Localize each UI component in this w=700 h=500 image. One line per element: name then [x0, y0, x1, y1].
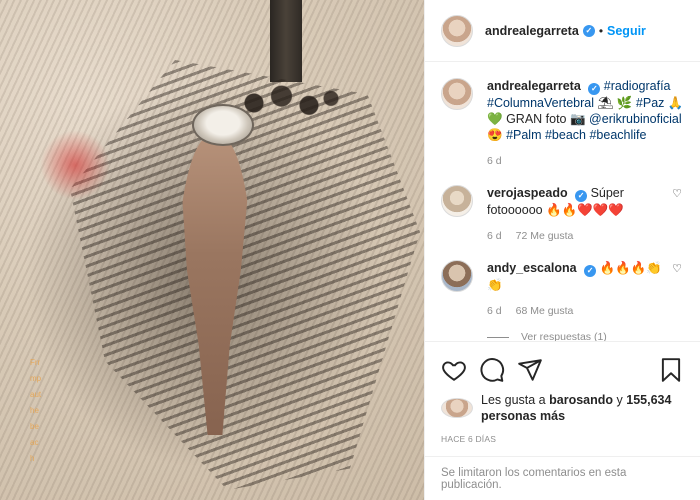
- caption-username[interactable]: andrealegarreta: [487, 79, 581, 93]
- hashtag[interactable]: #Palm: [506, 128, 541, 142]
- emoji: ⛱: [597, 96, 614, 110]
- comment-age[interactable]: 6 d: [487, 303, 502, 319]
- share-icon[interactable]: [517, 357, 543, 383]
- comment-meta: 6 d 72 Me gusta: [487, 228, 670, 244]
- caption-avatar[interactable]: [441, 78, 473, 110]
- comment-likes[interactable]: 72 Me gusta: [516, 228, 574, 244]
- comments-disabled-notice: Se limitaron los comentarios en esta pub…: [425, 456, 700, 500]
- mention[interactable]: @erikrubinoficial: [589, 112, 682, 126]
- post-header: andrealegarreta ✓ • Seguir: [425, 0, 700, 62]
- hashtag[interactable]: #radiografía: [604, 79, 671, 93]
- view-replies-button[interactable]: Ver respuestas (1): [487, 331, 684, 341]
- comment: andy_escalona ✓ 🔥🔥🔥👏👏 6 d 68 Me gusta ♡: [441, 260, 684, 319]
- comment-age[interactable]: 6 d: [487, 228, 502, 244]
- caption: andrealegarreta ✓ #radiografía #ColumnaV…: [441, 78, 684, 169]
- emoji: 🌿: [616, 96, 633, 110]
- liker-avatar[interactable]: [441, 398, 473, 418]
- verified-badge-icon: ✓: [582, 24, 595, 37]
- commenter-avatar[interactable]: [441, 260, 473, 292]
- comment-meta: 6 d 68 Me gusta: [487, 303, 670, 319]
- hashtag[interactable]: #beachlife: [589, 128, 646, 142]
- post-modal: Frrmpauthebeach andrealegarreta ✓ • Segu…: [0, 0, 700, 500]
- liker-username[interactable]: barosando: [549, 393, 613, 407]
- verified-badge-icon: ✓: [584, 265, 597, 277]
- hashtag[interactable]: #ColumnaVertebral: [487, 96, 594, 110]
- action-bar: Les gusta a barosando y 155,634 personas…: [425, 341, 700, 456]
- emoji: 🙏: [667, 96, 684, 110]
- verified-badge-icon: ✓: [588, 83, 601, 95]
- comment-heart-icon[interactable]: ♡: [670, 187, 684, 244]
- post-sidebar: andrealegarreta ✓ • Seguir andrealegarre…: [424, 0, 700, 500]
- caption-meta: 6 d: [487, 153, 684, 169]
- caption-age[interactable]: 6 d: [487, 153, 502, 169]
- emoji: 📷: [569, 112, 586, 126]
- action-icons: [441, 350, 684, 390]
- comment-heart-icon[interactable]: ♡: [670, 262, 684, 319]
- palm-trunk: [270, 0, 302, 82]
- comment-likes[interactable]: 68 Me gusta: [516, 303, 574, 319]
- verified-badge-icon: ✓: [575, 190, 588, 202]
- comments-list[interactable]: andrealegarreta ✓ #radiografía #ColumnaV…: [425, 62, 700, 341]
- light-flare: [40, 130, 110, 200]
- comment-username[interactable]: verojaspeado: [487, 186, 568, 200]
- photo-watermark-text: Frrmpauthebeach: [30, 358, 42, 463]
- likes-summary: Les gusta a barosando y 155,634 personas…: [441, 392, 684, 424]
- hashtag[interactable]: #beach: [545, 128, 586, 142]
- replies-line: [487, 336, 509, 338]
- likes-connector: y: [616, 393, 623, 407]
- caption-body: andrealegarreta ✓ #radiografía #ColumnaV…: [487, 78, 684, 169]
- sun-hat: [192, 104, 254, 146]
- emoji: 😍: [487, 128, 503, 142]
- post-photo[interactable]: Frrmpauthebeach: [0, 0, 424, 500]
- comment-username[interactable]: andy_escalona: [487, 261, 577, 275]
- commenter-avatar[interactable]: [441, 185, 473, 217]
- author-avatar[interactable]: [441, 14, 473, 47]
- comment-icon[interactable]: [479, 357, 505, 383]
- follow-button[interactable]: Seguir: [607, 24, 646, 38]
- bookmark-icon[interactable]: [658, 357, 684, 383]
- hashtag[interactable]: #Paz: [636, 96, 665, 110]
- likes-text: Les gusta a barosando y 155,634 personas…: [481, 392, 684, 424]
- emoji: 💚: [487, 112, 503, 126]
- comment: verojaspeado ✓ Súper fotoooooo 🔥🔥❤️❤️❤️ …: [441, 185, 684, 244]
- likes-prefix: Les gusta a: [481, 393, 546, 407]
- comment-body: andy_escalona ✓ 🔥🔥🔥👏👏 6 d 68 Me gusta: [487, 260, 670, 319]
- heart-icon[interactable]: [441, 357, 467, 383]
- header-separator: •: [598, 23, 604, 38]
- caption-text: GRAN foto: [506, 112, 567, 126]
- view-replies-label: Ver respuestas (1): [521, 331, 607, 341]
- comment-body: verojaspeado ✓ Súper fotoooooo 🔥🔥❤️❤️❤️ …: [487, 185, 670, 244]
- author-username[interactable]: andrealegarreta: [485, 24, 579, 38]
- post-timestamp[interactable]: HACE 6 DÍAS: [441, 434, 684, 444]
